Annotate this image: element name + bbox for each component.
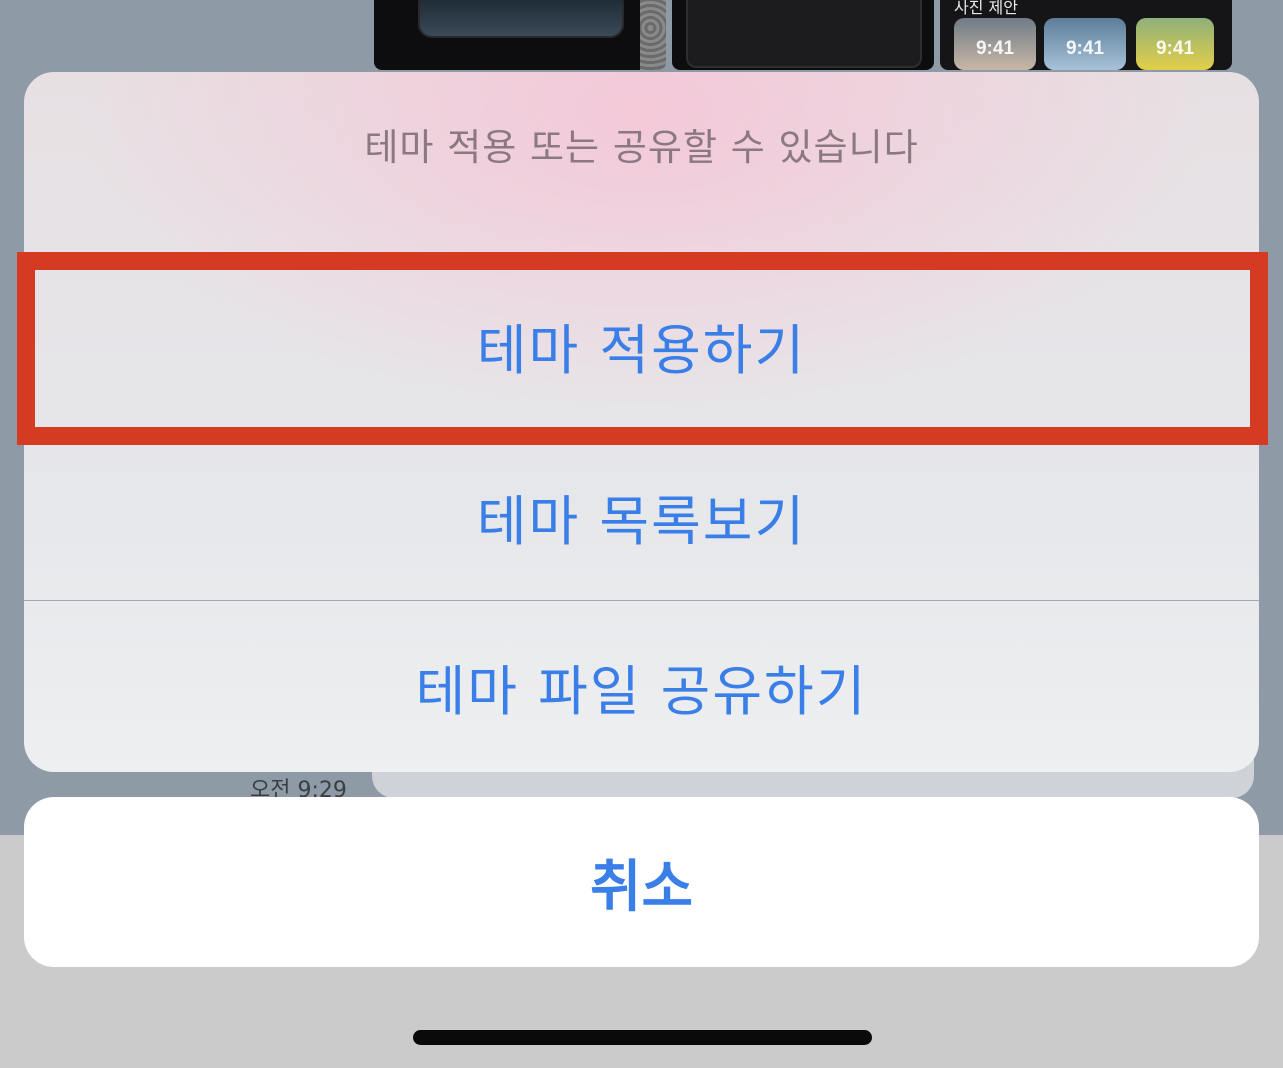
view-theme-list-button[interactable]: 테마 목록보기 — [24, 431, 1259, 601]
photo-suggestions-caption: 사진 제안 — [954, 0, 1018, 17]
lock-screen-time: 9:41 — [975, 38, 1015, 59]
cancel-button[interactable]: 취소 — [24, 797, 1259, 967]
apply-theme-button[interactable]: 테마 적용하기 — [24, 260, 1259, 430]
wallpaper-thumbnails: 사진 제안 9:41 9:41 9:41 — [374, 0, 1258, 70]
photo-suggestion-thumbnail: 9:41 — [954, 18, 1036, 70]
moon-screen-preview — [418, 0, 624, 38]
wallpaper-thumbnail-moon — [374, 0, 666, 70]
moon-texture — [640, 0, 666, 70]
wallpaper-thumbnail-dark — [672, 0, 934, 70]
photo-suggestion-thumbnail: 9:41 — [1136, 18, 1214, 70]
lock-screen-time: 9:41 — [1065, 38, 1105, 59]
home-indicator[interactable] — [413, 1030, 872, 1045]
photo-suggestions-group: 사진 제안 9:41 9:41 9:41 — [940, 0, 1232, 70]
share-theme-file-button[interactable]: 테마 파일 공유하기 — [24, 601, 1259, 771]
action-sheet-title: 테마 적용 또는 공유할 수 있습니다 — [364, 126, 919, 169]
action-sheet: 테마 적용 또는 공유할 수 있습니다 테마 적용하기 테마 목록보기 테마 파… — [24, 72, 1259, 772]
photo-suggestion-thumbnail: 9:41 — [1044, 18, 1126, 70]
lock-screen-time: 9:41 — [1155, 38, 1195, 59]
dark-screen-preview — [686, 0, 922, 68]
